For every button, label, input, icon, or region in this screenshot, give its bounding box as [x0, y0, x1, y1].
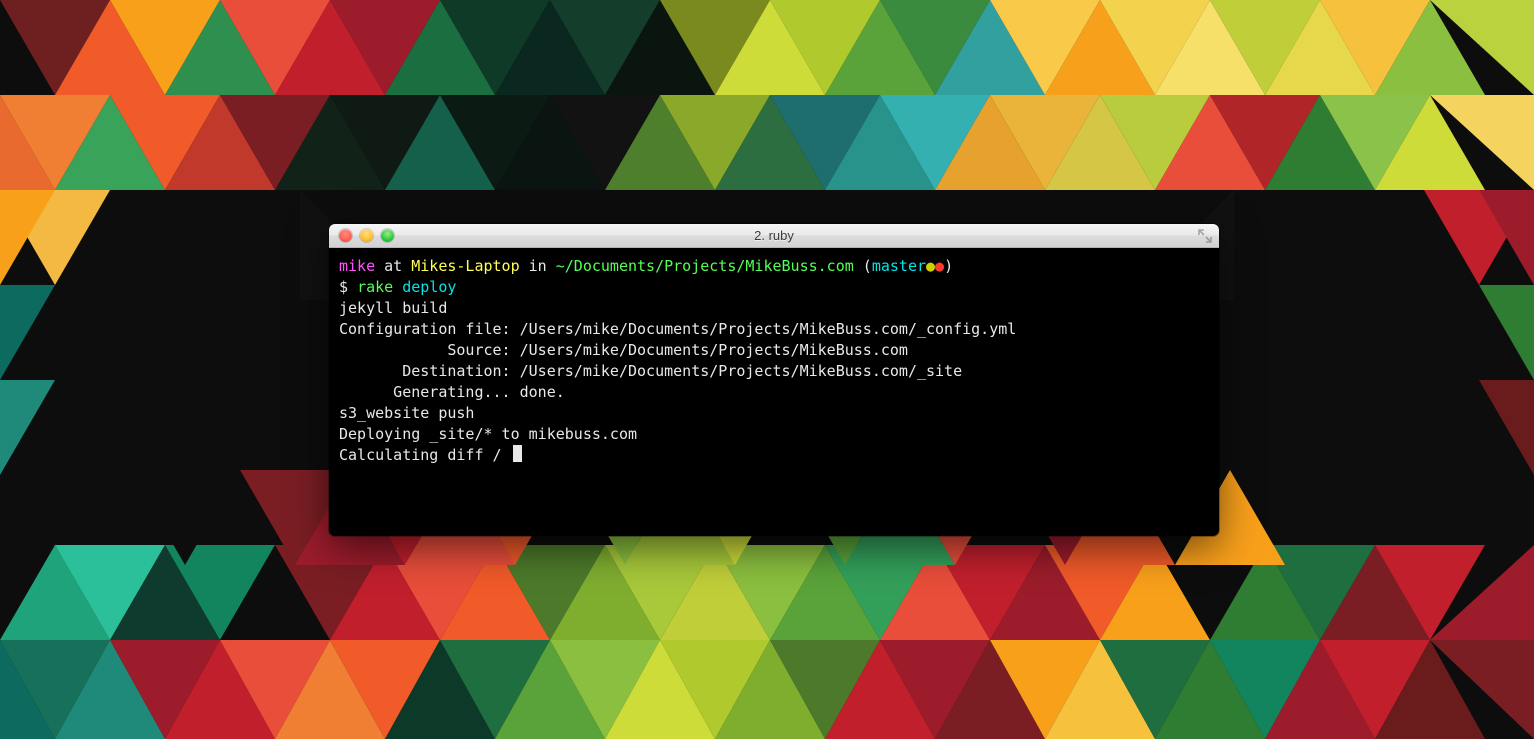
prompt-in: in	[520, 257, 556, 275]
paren-close: )	[944, 257, 953, 275]
command-2: deploy	[402, 278, 456, 296]
zoom-button[interactable]	[381, 229, 394, 242]
minimize-button[interactable]	[360, 229, 373, 242]
fullscreen-icon[interactable]	[1198, 229, 1212, 243]
close-button[interactable]	[339, 229, 352, 242]
window-controls	[329, 229, 394, 242]
cursor	[513, 445, 522, 462]
output-line: jekyll build	[339, 299, 447, 317]
terminal-content[interactable]: mike at Mikes-Laptop in ~/Documents/Proj…	[329, 248, 1219, 536]
prompt-at: at	[375, 257, 411, 275]
prompt-user: mike	[339, 257, 375, 275]
window-title: 2. ruby	[329, 228, 1219, 243]
prompt-host: Mikes-Laptop	[411, 257, 519, 275]
space	[393, 278, 402, 296]
output-line: Deploying _site/* to mikebuss.com	[339, 425, 637, 443]
prompt-path: ~/Documents/Projects/MikeBuss.com	[556, 257, 854, 275]
git-branch: master	[872, 257, 926, 275]
command-1: rake	[357, 278, 393, 296]
prompt-symbol: $	[339, 278, 357, 296]
git-status-dot-1: ●	[926, 257, 935, 275]
output-line: Calculating diff /	[339, 446, 511, 464]
output-line: Generating... done.	[339, 383, 565, 401]
titlebar[interactable]: 2. ruby	[329, 224, 1219, 248]
desktop: 2. ruby mike at Mikes-Laptop in ~/Docume…	[0, 0, 1534, 739]
output-line: Destination: /Users/mike/Documents/Proje…	[339, 362, 962, 380]
output-line: Source: /Users/mike/Documents/Projects/M…	[339, 341, 908, 359]
paren-open: (	[854, 257, 872, 275]
output-line: s3_website push	[339, 404, 474, 422]
output-line: Configuration file: /Users/mike/Document…	[339, 320, 1016, 338]
git-status-dot-2: ●	[935, 257, 944, 275]
terminal-window[interactable]: 2. ruby mike at Mikes-Laptop in ~/Docume…	[329, 224, 1219, 536]
